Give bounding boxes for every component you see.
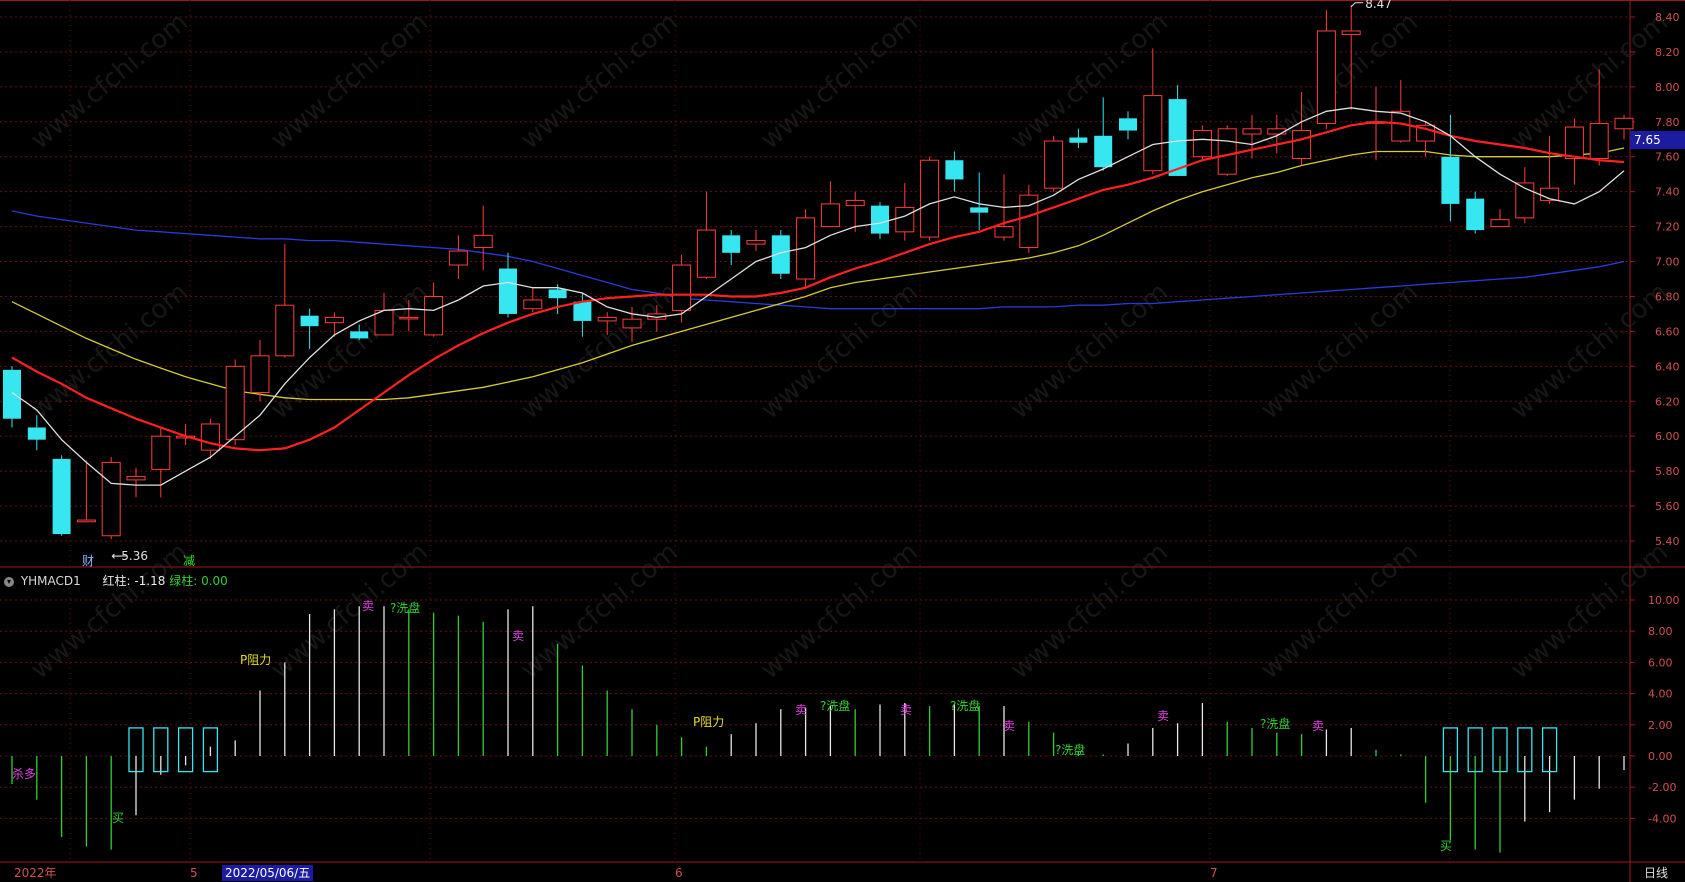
price-tick-label: 7.60 [1655,151,1680,164]
period-label[interactable]: 日线 [1630,864,1685,882]
x-label-jun: 6 [675,866,683,880]
x-label-jul: 7 [1210,866,1218,880]
macd-tick-label: -2.00 [1648,781,1676,794]
signal-sell: 卖 [900,703,912,717]
indicator-legend: ▾ YHMACD1 红柱: -1.18 绿柱: 0.00 [4,573,228,589]
red-bar-value: -1.18 [134,574,166,588]
signal-shaduo: 杀多 [12,766,36,781]
stock-chart-window: www.cfchi.com www.cfchi.com www.cfchi.com w… [0,0,1685,882]
signal-xipan: ?洗盘 [1055,742,1085,757]
high-price-label: 8.47 [1365,0,1392,11]
x-label-may: 5 [190,866,198,880]
signal-zuli: P阻力 [240,653,271,667]
price-tick-label: 8.00 [1655,81,1680,94]
macd-tick-label: 6.00 [1648,656,1673,669]
macd-tick-label: 10.00 [1648,594,1680,607]
signal-sell: 卖 [1003,719,1015,733]
signal-xipan: ?洗盘 [820,698,850,713]
price-tick-label: 6.40 [1655,360,1680,373]
candle[interactable] [1217,125,1237,176]
event-jian-label: 减 [183,554,195,568]
red-bar-label: 红柱: [102,574,131,588]
macd-tick-label: 2.00 [1648,719,1673,732]
price-tick-label: 6.20 [1655,395,1680,408]
candle[interactable] [871,202,889,239]
price-tick-label: 7.00 [1655,256,1680,269]
candle[interactable] [1192,125,1212,161]
price-tick-label: 7.80 [1655,116,1680,129]
signal-xipan: ?洗盘 [950,698,980,713]
macd-tick-label: -4.00 [1648,812,1676,825]
price-tick-label: 8.20 [1655,46,1680,59]
price-tick-label: 7.20 [1655,221,1680,234]
macd-tick-label: 0.00 [1648,750,1673,763]
signal-sell: 卖 [1157,709,1169,723]
price-tick-label: 6.00 [1655,430,1680,443]
indicator-menu-icon[interactable]: ▾ [4,576,14,587]
macd-tick-label: 8.00 [1648,625,1673,638]
candle[interactable] [1044,135,1064,192]
x-label-year: 2022年 [14,866,57,880]
green-bar-label: 绿柱: [169,574,198,588]
cursor-date-label: 2022/05/06/五 [222,865,314,881]
current-price-badge: 7.65 [1630,131,1685,149]
macd-tick-label: 4.00 [1648,688,1673,701]
signal-xipan: ?洗盘 [1260,716,1290,731]
price-tick-label: 5.80 [1655,465,1680,478]
signal-xipan: ?洗盘 [390,600,420,615]
signal-buy: 买 [1440,839,1452,853]
kline-chart[interactable]: www.cfchi.com www.cfchi.com www.cfchi.com w… [0,0,1685,882]
price-tick-label: 6.80 [1655,290,1680,303]
low-price-label: ←5.36 [111,549,148,563]
signal-sell: 卖 [1312,719,1324,733]
signal-sell: 卖 [512,629,524,643]
indicator-name[interactable]: YHMACD1 [21,574,81,588]
event-cai-label: 财 [82,554,94,568]
signal-sell: 卖 [795,703,807,717]
signal-buy: 买 [112,811,124,825]
price-tick-label: 8.40 [1655,11,1680,24]
price-tick-label: 6.60 [1655,325,1680,338]
candle[interactable] [101,457,121,540]
price-tick-label: 5.60 [1655,500,1680,513]
candle[interactable] [52,455,71,536]
signal-sell: 卖 [362,599,374,613]
candle[interactable] [920,156,940,241]
signal-zuli: P阻力 [693,715,724,729]
price-tick-label: 5.40 [1655,535,1680,548]
green-bar-value: 0.00 [201,574,228,588]
candle[interactable] [225,359,245,445]
price-tick-label: 7.40 [1655,186,1680,199]
